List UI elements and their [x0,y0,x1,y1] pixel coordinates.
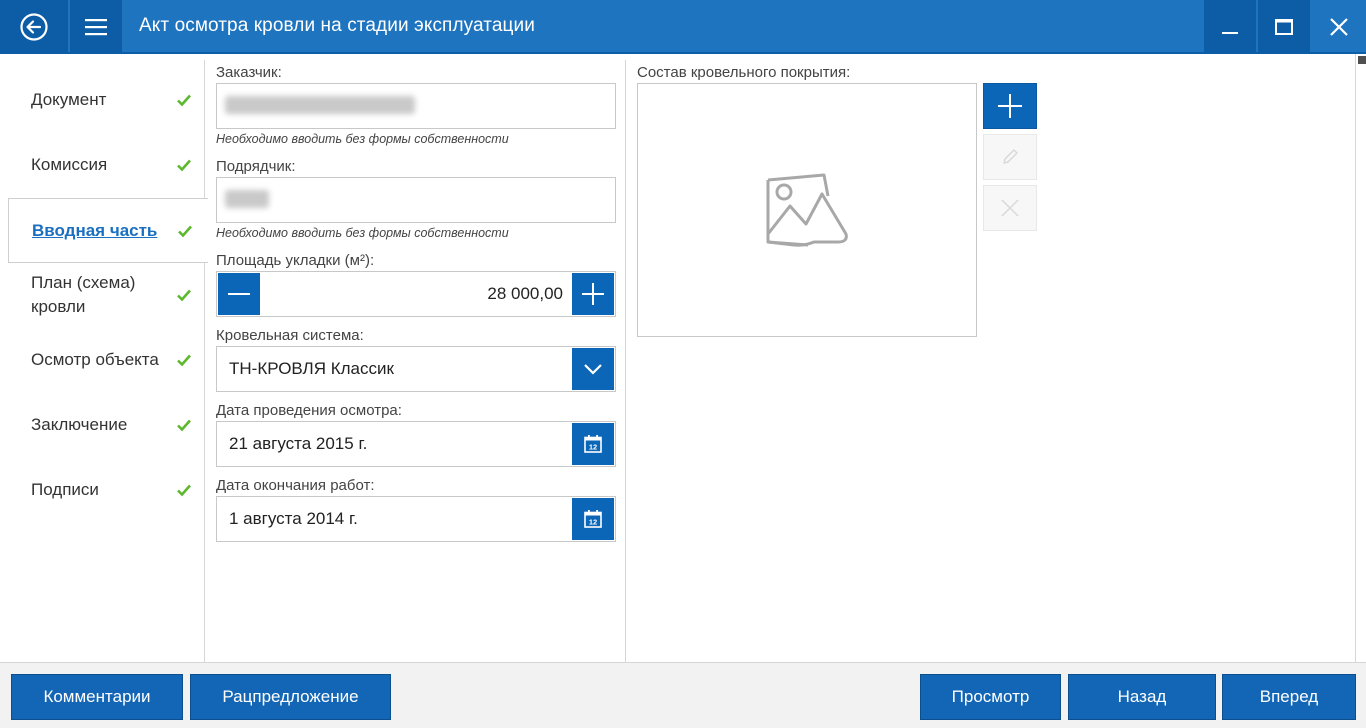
inspection-date-value: 21 августа 2015 г. [229,434,368,453]
maximize-button[interactable] [1258,0,1310,54]
scrollbar[interactable] [1355,54,1366,664]
close-button[interactable] [1312,0,1366,54]
image-placeholder[interactable] [637,83,977,337]
area-label: Площадь укладки (м²): [216,252,375,269]
roof-system-label: Кровельная система: [216,327,364,344]
customer-input[interactable] [216,83,616,129]
completion-date-label: Дата окончания работ: [216,477,375,494]
svg-text:12: 12 [589,518,597,527]
redacted-text [225,190,269,208]
completion-date-value: 1 августа 2014 г. [229,509,358,528]
area-value: 28 000,00 [487,284,563,303]
increment-button[interactable] [572,273,614,315]
nav-item-label: Вводная часть [32,221,158,240]
minus-icon [228,293,250,295]
inspection-date-label: Дата проведения осмотра: [216,402,402,419]
image-placeholder-icon [766,173,848,247]
x-icon [1001,199,1019,217]
nav-item-document[interactable]: Документ [8,68,205,133]
contractor-input[interactable] [216,177,616,223]
roof-system-select[interactable]: ТН-КРОВЛЯ Классик [216,346,616,392]
title-bar: Акт осмотра кровли на стадии эксплуатаци… [0,0,1366,54]
edit-button[interactable] [983,134,1037,180]
inspection-date-picker[interactable]: 21 августа 2015 г. 12 [216,421,616,467]
dropdown-button[interactable] [572,348,614,390]
calendar-button[interactable]: 12 [572,498,614,540]
nav-item-label: Документ [31,90,107,109]
add-button[interactable] [983,83,1037,129]
minimize-icon [1222,32,1238,34]
svg-text:12: 12 [589,443,597,452]
roof-system-value: ТН-КРОВЛЯ Классик [229,359,394,378]
bottom-toolbar: Комментарии Рацпредложение Просмотр Наза… [0,662,1366,728]
maximize-icon [1275,19,1293,35]
contractor-hint: Необходимо вводить без формы собственнос… [216,226,509,240]
roof-composition-panel: Состав кровельного покрытия: [627,60,1355,662]
checkmark-icon [177,289,191,302]
forward-button[interactable]: Вперед [1222,674,1356,720]
checkmark-icon [178,225,192,238]
back-nav-button[interactable]: Назад [1068,674,1216,720]
nav-item-signatures[interactable]: Подписи [8,458,205,523]
customer-label: Заказчик: [216,64,282,81]
nav-item-roof-plan[interactable]: План (схема) кровли [8,263,205,328]
back-button[interactable] [0,0,68,54]
comments-button[interactable]: Комментарии [11,674,183,720]
redacted-text [225,96,415,114]
scroll-up-arrow[interactable] [1358,56,1366,64]
checkmark-icon [177,484,191,497]
plus-icon [582,283,604,305]
delete-button[interactable] [983,185,1037,231]
preview-button[interactable]: Просмотр [920,674,1061,720]
nav-item-object-inspection[interactable]: Осмотр объекта [8,328,205,393]
plus-icon [998,94,1022,118]
area-stepper[interactable]: 28 000,00 [216,271,616,317]
nav-item-label: План (схема) кровли [31,273,136,316]
calendar-icon: 12 [584,510,602,528]
proposal-button[interactable]: Рацпредложение [190,674,391,720]
pencil-icon [1003,149,1018,164]
nav-item-label: Подписи [31,480,99,499]
nav-item-conclusion[interactable]: Заключение [8,393,205,458]
calendar-button[interactable]: 12 [572,423,614,465]
completion-date-picker[interactable]: 1 августа 2014 г. 12 [216,496,616,542]
checkmark-icon [177,354,191,367]
nav-item-label: Заключение [31,415,128,434]
nav-item-label: Комиссия [31,155,108,174]
checkmark-icon [177,94,191,107]
window-title: Акт осмотра кровли на стадии эксплуатаци… [139,15,535,36]
checkmark-icon [177,419,191,432]
roof-composition-label: Состав кровельного покрытия: [637,64,851,81]
close-icon [1330,18,1348,36]
section-navigation: Документ Комиссия Вводная часть План (сх… [8,60,208,662]
contractor-label: Подрядчик: [216,158,296,175]
form-panel: Заказчик: Необходимо вводить без формы с… [205,60,626,662]
decrement-button[interactable] [218,273,260,315]
calendar-icon: 12 [584,435,602,453]
nav-item-commission[interactable]: Комиссия [8,133,205,198]
hamburger-icon [85,19,107,36]
nav-item-introduction[interactable]: Вводная часть [8,198,208,263]
chevron-down-icon [584,364,602,375]
nav-item-label: Осмотр объекта [31,350,159,369]
customer-hint: Необходимо вводить без формы собственнос… [216,132,509,146]
back-arrow-icon [20,13,48,41]
checkmark-icon [177,159,191,172]
minimize-button[interactable] [1204,0,1256,54]
menu-button[interactable] [70,0,122,54]
